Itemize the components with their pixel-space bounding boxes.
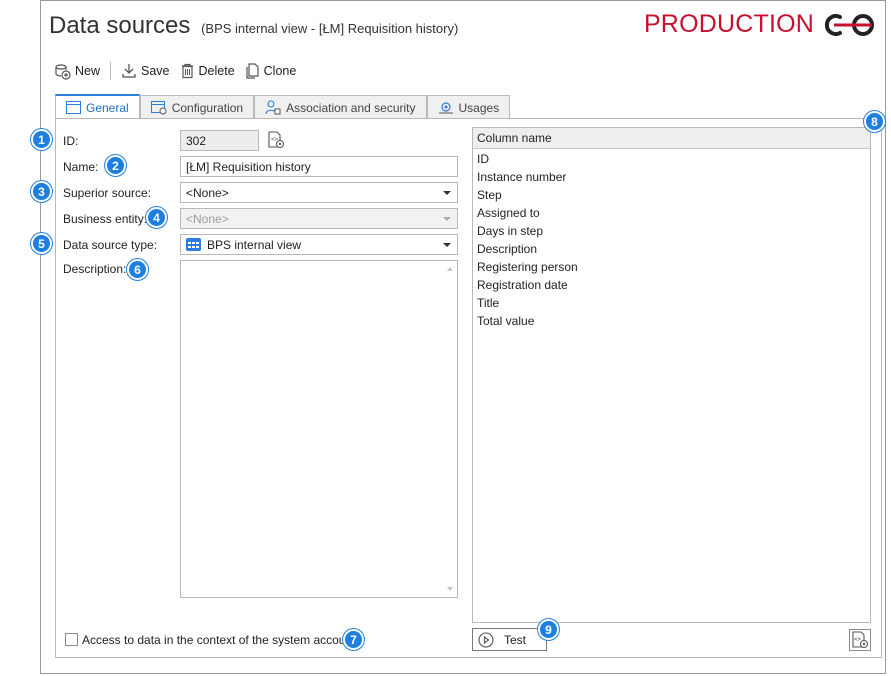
column-list: Column name ID Instance number Step Assi… [472,127,871,623]
save-button[interactable]: Save [121,63,170,79]
webcon-logo-icon [824,13,874,36]
list-item[interactable]: ID [473,150,870,168]
callout-badge: 1 [31,129,52,150]
list-item[interactable]: Step [473,186,870,204]
tab-usages[interactable]: Usages [426,95,511,119]
list-item[interactable]: Title [473,294,870,312]
environment-text: PRODUCTION [643,10,814,38]
business-entity-select: <None> [180,208,458,229]
tab-configuration-label: Configuration [171,100,244,115]
tab-association-security[interactable]: Association and security [254,95,427,119]
tab-bar: General Configuration Association and se… [55,94,511,119]
page-title-text: Data sources [49,12,191,39]
document-gear-icon: <> [852,631,869,649]
chevron-down-icon [443,191,451,195]
config-window-icon [150,100,167,114]
callout-badge: 4 [146,207,167,228]
scroll-down-icon[interactable] [447,587,453,591]
toolbar: New Save Delete Clone [54,60,306,82]
list-item[interactable]: Days in step [473,222,870,240]
description-label: Description: [63,262,127,276]
callout-badge: 3 [31,181,52,202]
trash-icon [181,63,193,79]
bps-view-icon [186,238,201,251]
save-label: Save [141,64,170,78]
superior-source-select[interactable]: <None> [180,182,458,203]
clone-icon [246,63,259,79]
data-source-type-select[interactable]: BPS internal view [180,234,458,255]
tab-configuration[interactable]: Configuration [139,95,255,119]
page-subtitle: (BPS internal view - [ŁM] Requisition hi… [201,21,459,36]
id-info-button[interactable]: <> [265,129,287,151]
test-label: Test [504,632,527,647]
name-input[interactable]: [ŁM] Requisition history [180,156,458,177]
delete-label: Delete [198,64,235,78]
tab-usages-label: Usages [458,100,500,115]
callout-badge: 5 [31,233,52,254]
callout-badge: 8 [864,111,885,132]
name-label: Name: [63,160,99,174]
data-source-type-value: BPS internal view [207,237,302,252]
document-gear-icon: <> [268,131,285,149]
save-icon [122,64,136,78]
id-label: ID: [63,134,79,148]
clone-button[interactable]: Clone [245,63,297,79]
callout-badge: 7 [343,629,364,650]
new-label: New [75,64,101,78]
clone-label: Clone [263,64,297,78]
list-item[interactable]: Instance number [473,168,870,186]
callout-badge: 2 [105,155,126,176]
test-button[interactable]: Test [472,628,547,651]
system-account-checkbox[interactable] [65,633,78,646]
page-title: Data sources (BPS internal view - [ŁM] R… [49,12,458,40]
delete-button[interactable]: Delete [180,63,235,79]
list-item[interactable]: Registering person [473,258,870,276]
system-account-label: Access to data in the context of the sys… [82,633,356,647]
chevron-down-icon [443,217,451,221]
business-entity-label: Business entity: [63,212,148,226]
callout-badge: 9 [538,619,559,640]
callout-badge: 6 [127,259,148,280]
description-textarea[interactable] [180,260,458,598]
user-lock-icon [265,100,281,115]
id-value: 302 [186,133,207,148]
svg-text:<>: <> [854,636,862,643]
chevron-down-icon [443,243,451,247]
tab-general-label: General [86,100,129,115]
list-item[interactable]: Total value [473,312,870,330]
new-button[interactable]: New [54,63,100,80]
columns-config-button[interactable]: <> [849,629,871,651]
id-field: 302 [180,130,259,151]
tab-general[interactable]: General [55,94,140,119]
business-entity-value: <None> [186,211,229,226]
superior-source-label: Superior source: [63,186,152,200]
play-icon [478,631,494,648]
scroll-up-icon[interactable] [447,267,453,271]
name-value: [ŁM] Requisition history [186,159,311,174]
superior-source-value: <None> [186,185,229,200]
list-item[interactable]: Description [473,240,870,258]
new-icon [55,63,71,80]
window-icon [66,101,81,114]
list-item[interactable]: Registration date [473,276,870,294]
toolbar-divider [110,62,112,80]
data-source-type-label: Data source type: [63,238,158,252]
environment-label: PRODUCTION [644,10,882,39]
column-header: Column name [473,128,870,149]
usages-gear-icon [438,102,453,114]
list-item[interactable]: Assigned to [473,204,870,222]
tab-association-label: Association and security [286,100,416,115]
